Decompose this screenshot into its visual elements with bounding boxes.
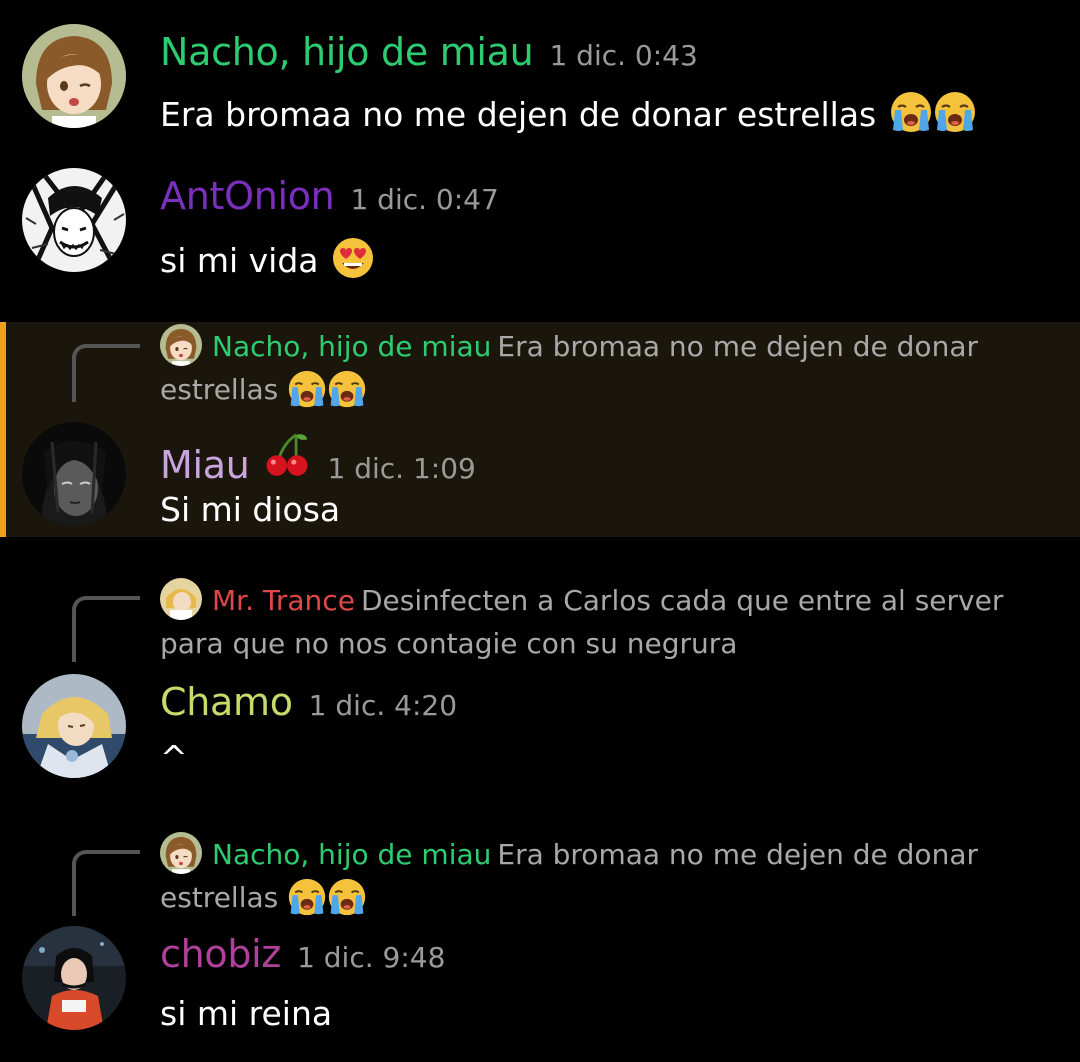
message-body: ^ bbox=[160, 738, 188, 777]
timestamp: 1 dic. 1:09 bbox=[327, 452, 476, 485]
reply-author[interactable]: Nacho, hijo de miau bbox=[212, 838, 491, 871]
loudly-crying-face-icon bbox=[287, 877, 327, 917]
reply-connector bbox=[72, 596, 140, 662]
message-body: si mi vida bbox=[160, 241, 319, 280]
message-text: Si mi diosa bbox=[160, 490, 340, 529]
avatar[interactable] bbox=[22, 422, 126, 526]
loudly-crying-face-icon bbox=[933, 90, 977, 134]
reply-connector bbox=[72, 344, 140, 402]
message-item: Mr. Trance Desinfecten a Carlos cada que … bbox=[0, 570, 1080, 800]
heart-eyes-face-icon bbox=[331, 236, 375, 280]
timestamp: 1 dic. 4:20 bbox=[308, 689, 458, 722]
timestamp: 1 dic. 0:43 bbox=[549, 39, 698, 72]
message-body: Era bromaa no me dejen de donar estrella… bbox=[160, 95, 877, 134]
reply-preview[interactable]: Nacho, hijo de miau Era bromaa no me deje… bbox=[160, 324, 1020, 411]
message-text: si mi vida bbox=[160, 236, 375, 280]
author-name[interactable]: chobiz bbox=[160, 932, 281, 976]
reply-author[interactable]: Nacho, hijo de miau bbox=[212, 330, 491, 363]
reply-avatar bbox=[160, 832, 202, 874]
loudly-crying-face-icon bbox=[327, 369, 367, 409]
author-name[interactable]: Nacho, hijo de miau bbox=[160, 30, 534, 74]
message-item: AntOnion 1 dic. 0:47 si mi vida bbox=[0, 150, 1080, 320]
loudly-crying-face-icon bbox=[327, 877, 367, 917]
message-header: Nacho, hijo de miau 1 dic. 0:43 bbox=[160, 30, 698, 74]
timestamp: 1 dic. 0:47 bbox=[350, 183, 499, 216]
author-name[interactable]: AntOnion bbox=[160, 174, 335, 218]
message-header: AntOnion 1 dic. 0:47 bbox=[160, 174, 499, 218]
reply-avatar bbox=[160, 324, 202, 366]
message-header: Miau 1 dic. 1:09 bbox=[160, 428, 476, 487]
message-body: si mi reina bbox=[160, 994, 333, 1033]
author-name[interactable]: Chamo bbox=[160, 680, 293, 724]
loudly-crying-face-icon bbox=[889, 90, 933, 134]
avatar[interactable] bbox=[22, 674, 126, 778]
avatar[interactable] bbox=[22, 168, 126, 272]
reply-author[interactable]: Mr. Trance bbox=[212, 584, 355, 617]
avatar[interactable] bbox=[22, 926, 126, 1030]
message-text: si mi reina bbox=[160, 994, 332, 1033]
message-text: Era bromaa no me dejen de donar estrella… bbox=[160, 90, 977, 134]
message-item: Nacho, hijo de miau Era bromaa no me deje… bbox=[0, 826, 1080, 1062]
reply-preview[interactable]: Mr. Trance Desinfecten a Carlos cada que … bbox=[160, 578, 1020, 665]
loudly-crying-face-icon bbox=[287, 369, 327, 409]
message-header: Chamo 1 dic. 4:20 bbox=[160, 680, 457, 724]
timestamp: 1 dic. 9:48 bbox=[297, 941, 446, 974]
avatar[interactable] bbox=[22, 24, 126, 128]
message-header: chobiz 1 dic. 9:48 bbox=[160, 932, 445, 976]
message-text: ^ bbox=[160, 738, 188, 777]
cherries-icon bbox=[262, 428, 312, 478]
author-name[interactable]: Miau bbox=[160, 443, 250, 487]
message-item-highlighted: Nacho, hijo de miau Era bromaa no me deje… bbox=[0, 322, 1080, 537]
message-body: Si mi diosa bbox=[160, 490, 341, 529]
message-item: Nacho, hijo de miau 1 dic. 0:43 Era brom… bbox=[0, 0, 1080, 150]
reply-avatar bbox=[160, 578, 202, 620]
reply-connector bbox=[72, 850, 140, 916]
reply-preview[interactable]: Nacho, hijo de miau Era bromaa no me deje… bbox=[160, 832, 1020, 919]
